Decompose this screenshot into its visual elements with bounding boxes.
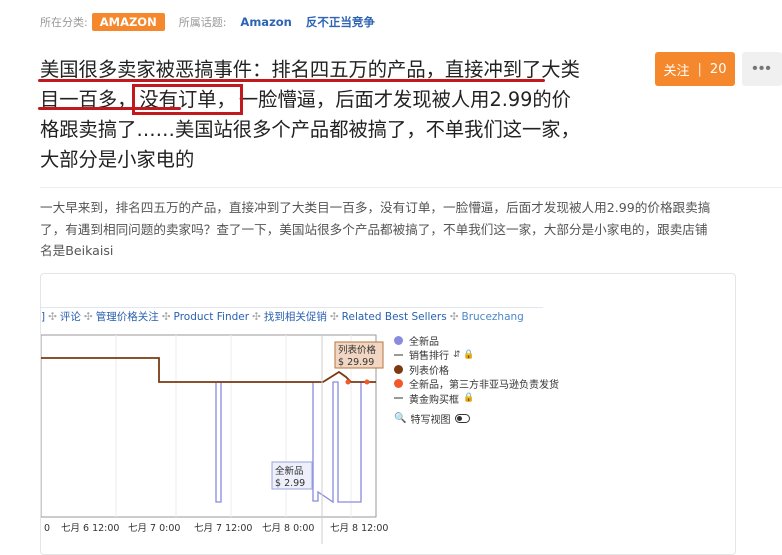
third-party-point xyxy=(364,379,370,385)
x-tick-label: 七月 7 12:00 xyxy=(194,523,252,534)
question-title: 美国很多卖家被恶搞事件：排名四五万的产品，直接冲到了大类目一百多， 没有订单， 一脸… xyxy=(40,55,580,175)
legend-item-new[interactable]: 全新品 xyxy=(394,333,559,348)
follow-label: 关注 xyxy=(663,63,690,79)
category-tag[interactable]: AMAZON xyxy=(91,13,165,31)
sort-lock-icon: ⇵ 🔒 xyxy=(453,349,475,360)
more-options-button[interactable]: ••• xyxy=(742,52,782,86)
topic-link-amazon[interactable]: Amazon xyxy=(240,15,291,29)
embedded-screenshot[interactable]: ] ✣ 评论 ✣ 管理价格关注 ✣ Product Finder ✣ 找到相关促销 ✣ Relate… xyxy=(40,273,736,555)
legend-item-list-price[interactable]: 列表价格 xyxy=(394,362,559,377)
price-chart: 列表价格 $ 29.99 全新品 $ 2.99 0 七月 6 12:00 七月 … xyxy=(41,334,388,544)
x-tick-label: 七月 8 0:00 xyxy=(262,523,314,534)
red-underline xyxy=(38,79,545,82)
x-tick-label: 0 xyxy=(44,523,50,534)
legend-dot xyxy=(394,335,403,345)
lock-icon: 🔒 xyxy=(463,393,475,404)
question-body: 一大早来到，排名四五万的产品，直接冲到了大类目一百多，没有订单，一脸懵逼，后面才… xyxy=(40,200,711,258)
legend-item-buybox[interactable]: 黄金购买框 🔒 xyxy=(394,391,559,406)
tooltip-list-price-title: 列表价格 xyxy=(338,344,377,356)
search-icon: 🔍 xyxy=(394,413,407,425)
chart-legend: 全新品 销售排行 ⇵ 🔒 列表价格 全新品，第三方非亚马逊负责发货 黄金购买框 🔒 … xyxy=(394,333,559,426)
tab-user[interactable]: Brucezhang xyxy=(462,311,524,323)
legend-item-third-party[interactable]: 全新品，第三方非亚马逊负责发货 xyxy=(394,377,559,391)
x-tick-label: 七月 7 0:00 xyxy=(128,523,180,534)
tooltip-new-price-title: 全新品 xyxy=(275,465,304,477)
toggle-icon xyxy=(455,414,471,424)
third-party-point xyxy=(345,379,351,385)
x-tick-label: 七月 6 12:00 xyxy=(61,523,119,534)
meta-row: 所在分类: AMAZON 所属话题: Amazon 反不正当竞争 xyxy=(40,13,375,31)
tooltip-list-price: 列表价格 $ 29.99 xyxy=(334,341,384,369)
topic-label: 所属话题: xyxy=(178,16,227,29)
tooltip-new-price-value: $ 2.99 xyxy=(275,478,305,489)
plot-area xyxy=(41,334,377,518)
legend-item-sales-rank[interactable]: 销售排行 ⇵ 🔒 xyxy=(394,348,559,362)
more-icon: ••• xyxy=(752,60,772,77)
divider xyxy=(40,187,782,188)
zoom-toggle[interactable]: 🔍 特写视图 xyxy=(394,412,559,426)
tooltip-list-price-value: $ 29.99 xyxy=(338,357,374,368)
topic-link-unfair-competition[interactable]: 反不正当竞争 xyxy=(306,14,375,30)
follow-button[interactable]: 关注 | 20 xyxy=(655,52,735,86)
follow-count: 20 xyxy=(709,61,727,77)
tooltip-new-price: 全新品 $ 2.99 xyxy=(271,461,313,490)
red-underline xyxy=(38,107,181,110)
series-list-price-line xyxy=(41,357,376,383)
category-label: 所在分类: xyxy=(40,16,88,29)
x-tick-label: 七月 8 12:00 xyxy=(330,523,388,534)
